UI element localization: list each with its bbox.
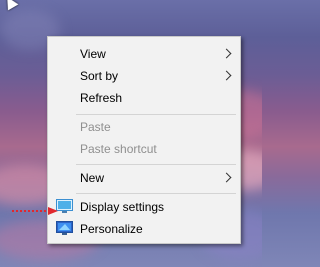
menu-item-label: New (80, 171, 105, 185)
menu-item-view[interactable]: View (48, 43, 240, 65)
menu-item-refresh[interactable]: Refresh (48, 87, 240, 109)
menu-item-label: Display settings (80, 200, 165, 214)
menu-item-label: Sort by (80, 69, 119, 83)
menu-item-label: Paste shortcut (80, 142, 157, 156)
chevron-right-icon (221, 70, 232, 81)
menu-item-display-settings[interactable]: Display settings (48, 196, 240, 218)
menu-item-label: Personalize (80, 222, 143, 236)
red-pointer-arrow-icon (12, 207, 58, 215)
menu-item-label: Refresh (80, 91, 123, 105)
menu-item-paste[interactable]: Paste (48, 116, 240, 138)
menu-item-new[interactable]: New (48, 167, 240, 189)
menu-separator (76, 193, 236, 194)
menu-separator (76, 114, 236, 115)
menu-item-paste-shortcut[interactable]: Paste shortcut (48, 138, 240, 160)
menu-separator (76, 164, 236, 165)
menu-item-sort-by[interactable]: Sort by (48, 65, 240, 87)
chevron-right-icon (221, 48, 232, 59)
menu-item-label: View (80, 47, 106, 61)
menu-item-personalize[interactable]: Personalize (48, 218, 240, 240)
personalize-icon (56, 221, 73, 235)
chevron-right-icon (221, 172, 232, 183)
desktop-context-menu: View Sort by Refresh Paste Paste shortcu… (47, 36, 241, 244)
menu-item-label: Paste (80, 120, 111, 134)
